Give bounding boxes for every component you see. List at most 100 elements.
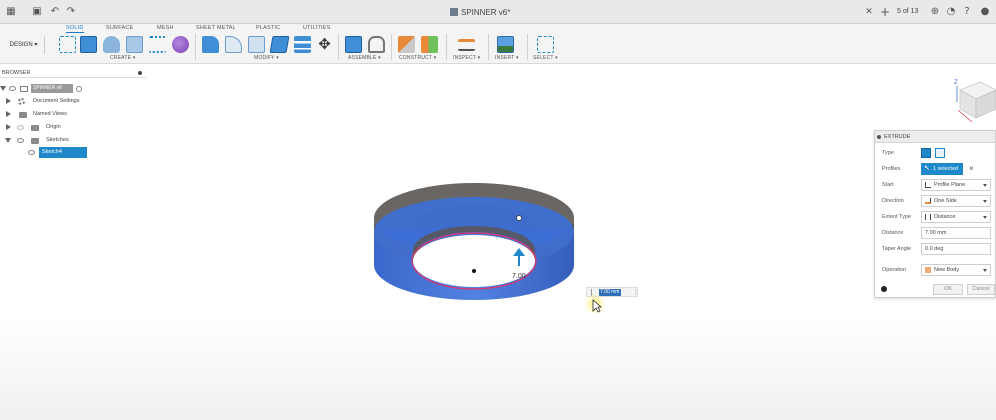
create-menu-label[interactable]: CREATE ▾ xyxy=(110,55,135,62)
visibility-eye-icon[interactable] xyxy=(17,125,24,130)
activate-radio-icon[interactable] xyxy=(76,86,82,92)
tab-utilities[interactable]: UTILITIES xyxy=(303,24,330,33)
construct-menu-label[interactable]: CONSTRUCT ▾ xyxy=(399,55,436,62)
sweep-icon[interactable] xyxy=(126,36,143,53)
insert-menu-label[interactable]: INSERT ▾ xyxy=(495,55,519,62)
create-sketch-icon[interactable] xyxy=(59,36,76,53)
tree-item-label: Origin xyxy=(46,124,61,130)
type-thin-icon[interactable] xyxy=(935,148,945,158)
clear-selection-icon[interactable]: × xyxy=(969,162,974,176)
model-viewport[interactable]: 7.00 xyxy=(360,170,600,340)
tree-item-sketches[interactable]: Sketches xyxy=(0,135,90,146)
close-tab-icon[interactable]: ✕ xyxy=(862,5,876,19)
joint-icon[interactable] xyxy=(368,36,385,53)
tree-item-named-views[interactable]: Named Views xyxy=(0,109,90,120)
tab-sheet-metal[interactable]: SHEET METAL xyxy=(196,24,236,33)
component-icon xyxy=(20,86,28,92)
extensions-icon[interactable]: ⊕ xyxy=(928,5,942,19)
design-workspace-button[interactable]: DESIGN ▾ xyxy=(3,36,45,54)
profiles-value: 1 selected xyxy=(933,166,959,172)
help-icon[interactable]: ? xyxy=(960,5,974,19)
tree-item-label: Named Views xyxy=(33,111,67,117)
tab-solid[interactable]: SOLID xyxy=(66,24,84,33)
visibility-eye-icon[interactable] xyxy=(17,138,24,143)
expand-icon[interactable] xyxy=(6,98,11,104)
type-solid-icon[interactable] xyxy=(921,148,931,158)
browser-header[interactable]: BROWSER xyxy=(0,68,146,78)
fillet-icon[interactable] xyxy=(225,36,242,53)
tree-item-origin[interactable]: Origin xyxy=(0,122,90,133)
collapse-icon[interactable] xyxy=(0,86,6,91)
press-pull-icon[interactable] xyxy=(202,36,219,53)
folder-icon xyxy=(19,112,27,118)
offset-plane-icon[interactable] xyxy=(398,36,415,53)
extrude-start-row: Start Profile Plane xyxy=(875,178,996,192)
form-icon[interactable] xyxy=(172,36,189,53)
direction-select[interactable]: One Side xyxy=(921,195,991,207)
extent-type-label: Extent Type xyxy=(882,214,911,220)
toolbar-separator xyxy=(446,34,447,60)
redo-icon[interactable]: ↷ xyxy=(64,5,78,19)
modify-menu-label[interactable]: MODIFY ▾ xyxy=(254,55,279,62)
expand-icon[interactable] xyxy=(6,124,11,130)
split-body-icon[interactable] xyxy=(294,36,311,53)
new-tab-icon[interactable]: + xyxy=(878,5,892,19)
new-component-icon[interactable] xyxy=(345,36,362,53)
start-select[interactable]: Profile Plane xyxy=(921,179,991,191)
gear-icon xyxy=(18,98,25,105)
chamfer-icon[interactable] xyxy=(248,36,265,53)
operation-select[interactable]: New Body xyxy=(921,264,991,276)
extrude-type-row: Type xyxy=(875,146,996,160)
cancel-button[interactable]: Cancel xyxy=(967,284,995,295)
loft-icon[interactable] xyxy=(149,36,166,53)
taper-angle-field[interactable]: 0.0 deg xyxy=(921,243,991,255)
assemble-menu-label[interactable]: ASSEMBLE ▾ xyxy=(348,55,381,62)
account-icon[interactable]: ● xyxy=(978,5,992,19)
distance-field[interactable]: 7.00 mm xyxy=(921,227,991,239)
start-label: Start xyxy=(882,182,894,188)
expand-icon[interactable] xyxy=(6,111,11,117)
new-body-icon xyxy=(925,267,931,273)
one-side-icon xyxy=(925,198,931,204)
tree-item-document-settings[interactable]: Document Settings xyxy=(0,96,90,107)
combine-icon[interactable] xyxy=(269,36,290,53)
extent-value: Distance xyxy=(934,214,956,220)
collapse-icon[interactable] xyxy=(5,138,11,143)
info-icon[interactable] xyxy=(881,286,887,292)
inspect-menu-label[interactable]: INSPECT ▾ xyxy=(453,55,480,62)
select-box-icon[interactable] xyxy=(537,36,554,53)
select-menu-label[interactable]: SELECT ▾ xyxy=(533,55,558,62)
notifications-icon[interactable]: ◔ xyxy=(944,5,958,19)
tree-item-label: Sketch4 xyxy=(39,147,87,158)
extrude-operation-row: Operation New Body xyxy=(875,263,996,277)
visibility-eye-icon[interactable] xyxy=(28,150,35,155)
midplane-icon[interactable] xyxy=(421,36,438,53)
app-menu-icon[interactable]: ▦ xyxy=(4,5,18,19)
visibility-eye-icon[interactable] xyxy=(9,86,16,91)
ok-button[interactable]: OK xyxy=(933,284,963,295)
viewcube[interactable]: Z xyxy=(936,72,996,130)
tab-mesh[interactable]: MESH xyxy=(157,24,174,33)
tree-item-sketch4[interactable]: Sketch4 xyxy=(0,147,90,158)
sketch-point-marker xyxy=(516,215,522,221)
revolve-icon[interactable] xyxy=(103,36,120,53)
browser-pin-icon[interactable] xyxy=(138,71,142,75)
profiles-selection[interactable]: ↖ 1 selected xyxy=(921,163,963,175)
document-tab[interactable]: SPINNER v6* xyxy=(450,6,510,19)
extrude-dialog-header[interactable]: EXTRUDE xyxy=(875,131,995,143)
insert-canvas-icon[interactable] xyxy=(497,36,514,53)
undo-icon[interactable]: ↶ xyxy=(48,5,62,19)
input-menu-icon[interactable]: ⋮ xyxy=(633,290,639,296)
toolbar-separator xyxy=(391,34,392,60)
select-cursor-icon: ↖ xyxy=(924,165,930,172)
measure-icon[interactable] xyxy=(458,39,475,51)
profile-plane-icon xyxy=(925,182,931,188)
extent-type-select[interactable]: Distance xyxy=(921,211,991,223)
tab-surface[interactable]: SURFACE xyxy=(106,24,133,33)
save-icon[interactable]: ▣ xyxy=(30,5,44,19)
tree-item-root[interactable]: SPINNER v6 xyxy=(0,83,90,94)
title-bar: ▦ ▣ ↶ ↷ SPINNER v6* ✕ + 5 of 13 ⊕ ◔ ? ● xyxy=(0,0,996,24)
tab-plastic[interactable]: PLASTIC xyxy=(256,24,280,33)
move-copy-icon[interactable]: ✥ xyxy=(316,36,333,53)
extrude-icon[interactable] xyxy=(80,36,97,53)
